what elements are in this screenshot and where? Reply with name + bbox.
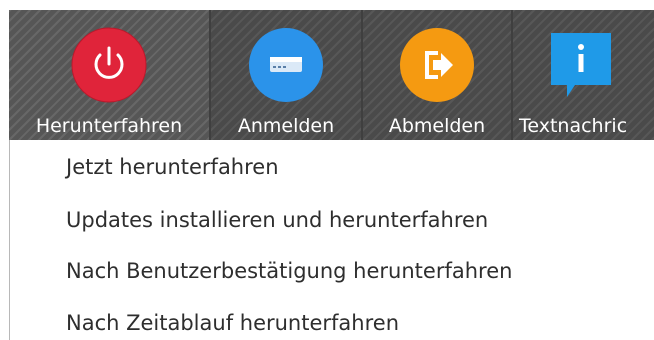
- shutdown-label: Herunterfahren: [35, 115, 183, 137]
- login-label: Anmelden: [237, 115, 335, 137]
- shutdown-menu: Jetzt herunterfahren Updates installiere…: [9, 140, 654, 340]
- login-card-icon: [248, 27, 324, 103]
- logout-label: Abmelden: [388, 115, 486, 137]
- power-icon: [71, 27, 147, 103]
- text-message-label: Textnachric: [519, 115, 628, 137]
- menu-item-shutdown-now[interactable]: Jetzt herunterfahren: [66, 149, 279, 185]
- shutdown-button[interactable]: Herunterfahren: [9, 10, 209, 140]
- screen: Herunterfahren Anmelden Abmelden Textnac…: [0, 0, 654, 340]
- text-message-button[interactable]: Textnachric: [513, 10, 654, 140]
- info-message-icon: [543, 27, 619, 103]
- toolbar: Herunterfahren Anmelden Abmelden Textnac…: [9, 10, 654, 140]
- menu-item-shutdown-after-timeout[interactable]: Nach Zeitablauf herunterfahren: [66, 305, 399, 340]
- menu-item-shutdown-after-confirmation[interactable]: Nach Benutzerbestätigung herunterfahren: [66, 253, 512, 289]
- menu-item-install-updates-shutdown[interactable]: Updates installieren und herunterfahren: [66, 202, 488, 238]
- logout-arrow-icon: [399, 27, 475, 103]
- login-button[interactable]: Anmelden: [211, 10, 361, 140]
- logout-button[interactable]: Abmelden: [363, 10, 511, 140]
